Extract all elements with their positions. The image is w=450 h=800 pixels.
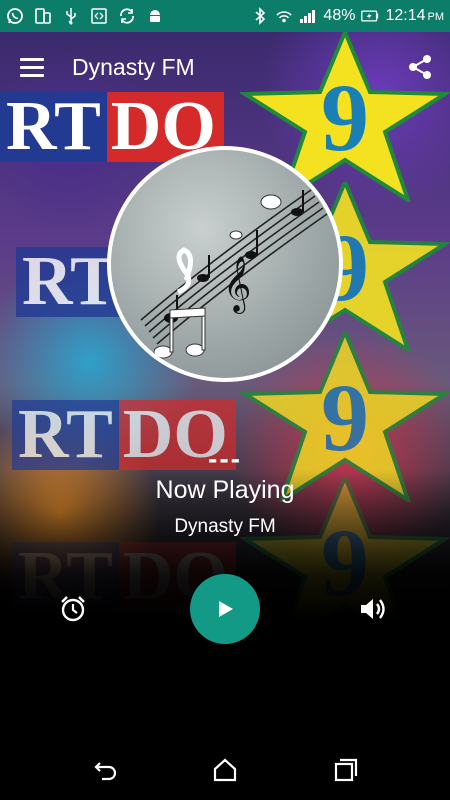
navigation-bar <box>0 740 450 800</box>
alarm-icon[interactable] <box>58 594 88 624</box>
music-notes-image: 𝄞 <box>140 189 328 359</box>
battery-charging-icon <box>361 7 379 25</box>
volume-icon[interactable] <box>358 594 388 624</box>
app-title: Dynasty FM <box>72 53 195 80</box>
android-icon <box>146 7 164 25</box>
notification-icons <box>6 7 164 25</box>
track-title: --- <box>208 443 242 474</box>
play-button[interactable] <box>190 574 260 644</box>
screen-share-icon <box>90 7 108 25</box>
recents-icon[interactable] <box>330 755 360 785</box>
play-icon <box>219 601 233 617</box>
usb-icon <box>62 7 80 25</box>
home-icon[interactable] <box>210 755 240 785</box>
playback-status: Now Playing <box>155 476 295 504</box>
hamburger-menu-icon[interactable] <box>20 52 50 82</box>
status-bar: 48% 12:14 PM <box>0 0 450 32</box>
clock: 12:14 PM <box>385 7 444 24</box>
svg-text:𝄞: 𝄞 <box>223 256 251 314</box>
battery-percent: 48% <box>323 7 356 24</box>
bluetooth-icon <box>251 7 269 25</box>
share-icon[interactable] <box>406 53 434 81</box>
station-name: Dynasty FM <box>174 516 276 537</box>
whatsapp-icon <box>6 7 24 25</box>
system-status: 48% 12:14 PM <box>251 7 444 25</box>
wifi-hotspot-icon <box>275 7 293 25</box>
back-icon[interactable] <box>90 755 120 785</box>
tablet-icon <box>34 7 52 25</box>
album-art: 𝄞 <box>107 146 343 382</box>
app-bar: Dynasty FM <box>0 32 450 102</box>
signal-icon <box>299 7 317 25</box>
sync-icon <box>118 7 136 25</box>
